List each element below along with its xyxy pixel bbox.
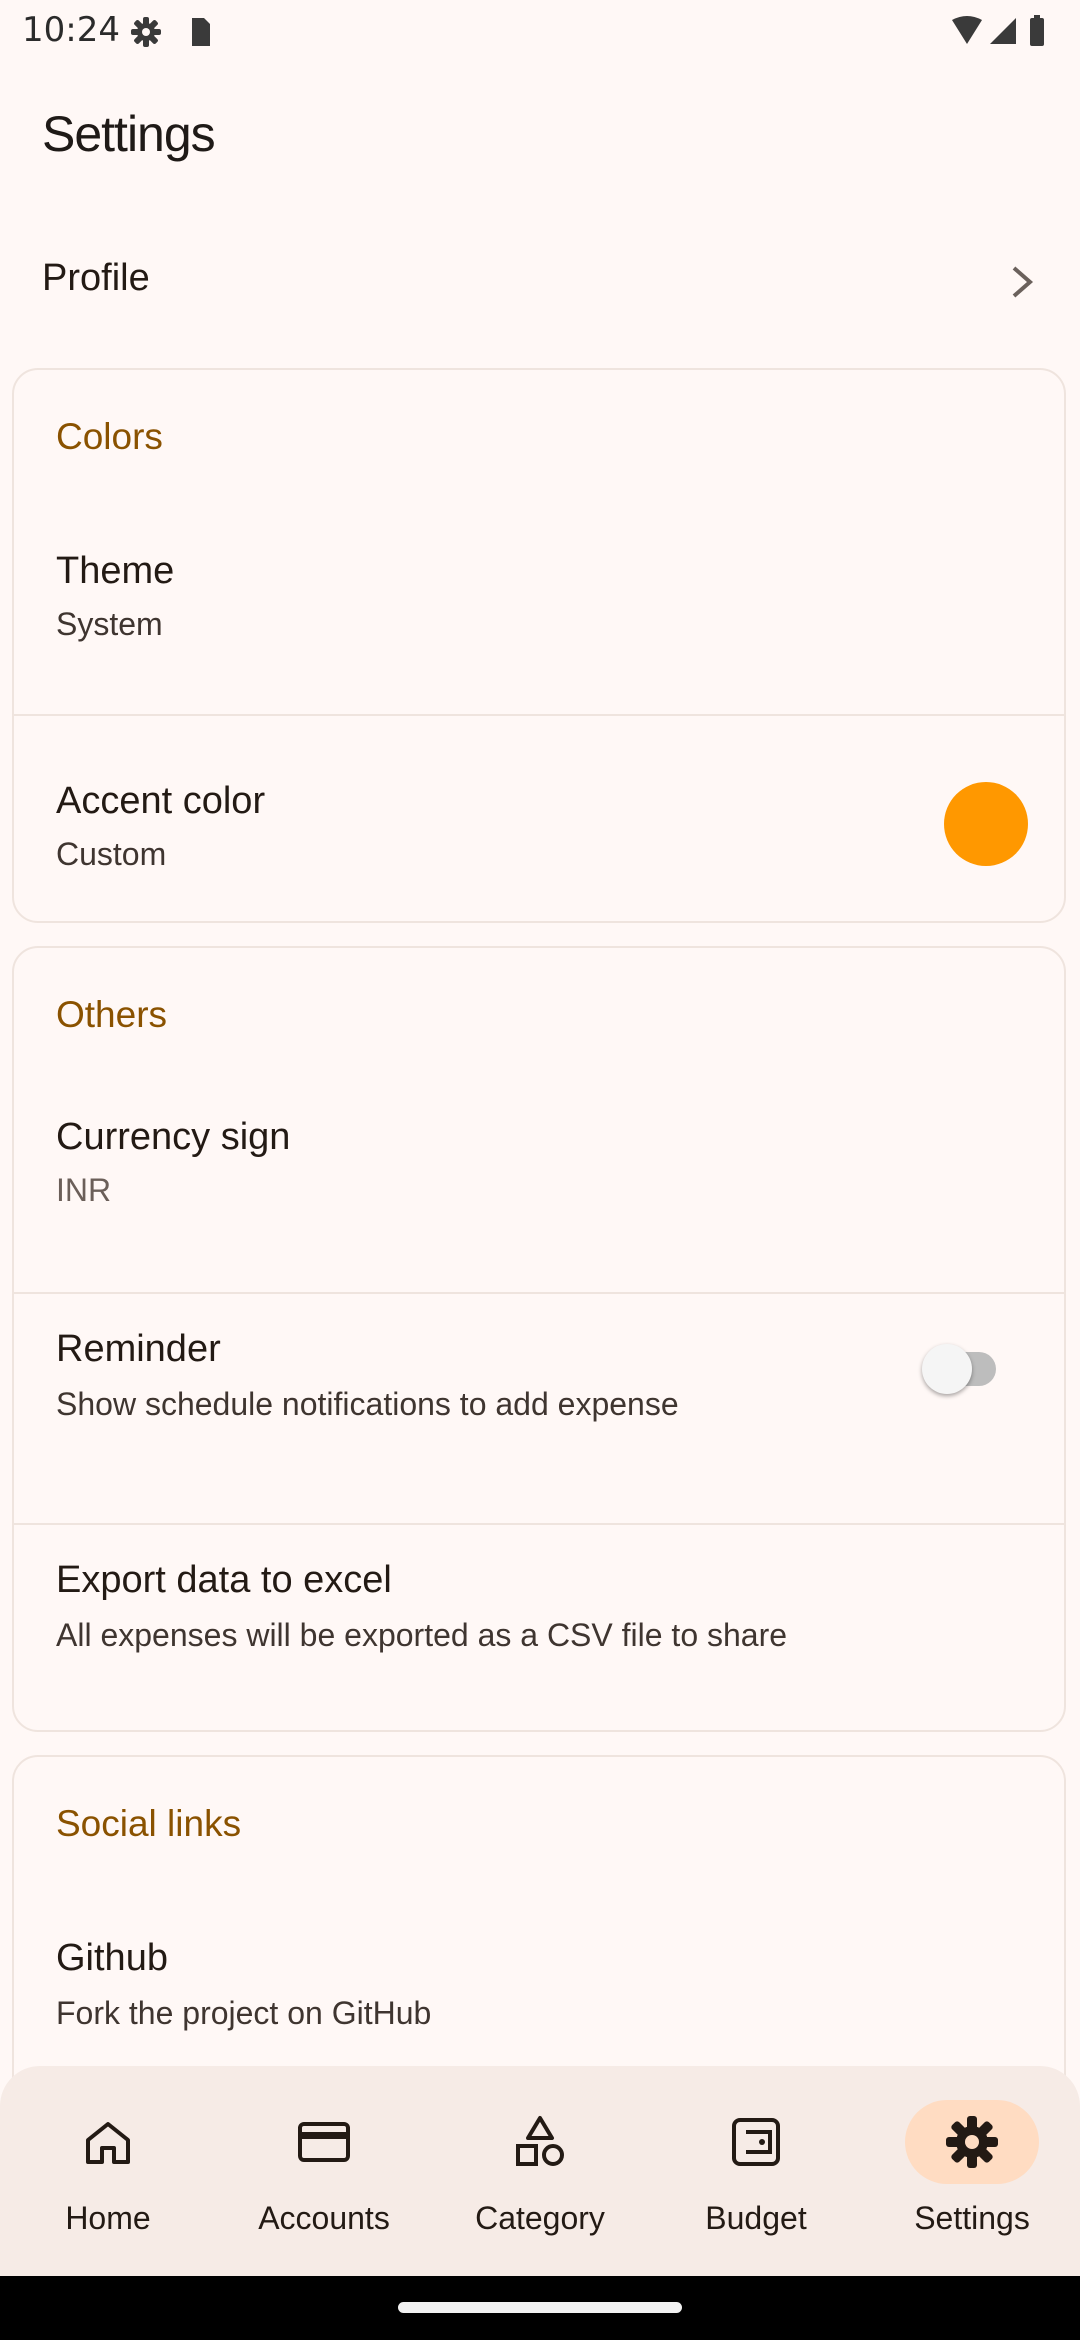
social-links-section-title: Social links [56, 1803, 242, 1844]
nav-settings[interactable]: Settings [864, 2066, 1080, 2276]
theme-value: System [56, 606, 163, 642]
nav-category-label: Category [475, 2200, 605, 2236]
nav-budget[interactable]: Budget [648, 2066, 864, 2276]
export-data-title: Export data to excel [56, 1559, 392, 1601]
status-time: 10:24 [22, 10, 120, 50]
gesture-handle[interactable] [398, 2302, 682, 2313]
reminder-toggle[interactable] [922, 1344, 996, 1394]
accent-color-swatch[interactable] [944, 782, 1028, 866]
profile-row[interactable]: Profile [0, 230, 1080, 335]
reminder-setting[interactable]: Reminder Show schedule notifications to … [14, 1294, 1064, 1524]
reminder-subtitle: Show schedule notifications to add expen… [56, 1386, 679, 1422]
wifi-icon [952, 16, 982, 44]
battery-icon [1030, 18, 1044, 46]
currency-sign-title: Currency sign [56, 1116, 291, 1158]
category-shapes-icon [508, 2110, 572, 2174]
page-title: Settings [42, 106, 216, 162]
theme-setting[interactable]: Theme System [14, 516, 1064, 682]
budget-wallet-icon [724, 2110, 788, 2174]
theme-title: Theme [56, 550, 175, 592]
status-notification-icons [128, 14, 218, 55]
currency-sign-value: INR [56, 1172, 112, 1208]
others-section-title: Others [56, 994, 168, 1035]
nav-settings-label: Settings [914, 2200, 1030, 2236]
status-system-icons [950, 14, 1050, 55]
gear-icon [940, 2110, 1004, 2174]
colors-section-title: Colors [56, 416, 163, 457]
currency-sign-setting[interactable]: Currency sign INR [14, 1094, 1064, 1238]
bottom-navigation: Home Accounts Category Budget Settings [0, 2066, 1080, 2276]
colors-card: Colors Theme System Accent color Custom [12, 368, 1066, 923]
nav-home[interactable]: Home [0, 2066, 216, 2276]
wallet-card-icon [292, 2110, 356, 2174]
toggle-knob [922, 1344, 972, 1394]
status-bar: 10:24 [0, 0, 1080, 64]
accent-color-setting[interactable]: Accent color Custom [14, 716, 1064, 921]
profile-label: Profile [42, 257, 150, 299]
accent-color-title: Accent color [56, 780, 266, 822]
nav-accounts-label: Accounts [258, 2200, 390, 2236]
export-data-subtitle: All expenses will be exported as a CSV f… [56, 1617, 788, 1653]
github-title: Github [56, 1937, 168, 1979]
nav-home-label: Home [65, 2200, 151, 2236]
others-card: Others Currency sign INR Reminder Show s… [12, 946, 1066, 1732]
nav-category[interactable]: Category [432, 2066, 648, 2276]
settings-gear-status-icon [131, 17, 210, 47]
home-icon [76, 2110, 140, 2174]
gesture-navigation-area [0, 2276, 1080, 2340]
export-data-setting[interactable]: Export data to excel All expenses will b… [14, 1525, 1064, 1730]
signal-icon [990, 18, 1016, 44]
chevron-right-icon [1008, 260, 1038, 309]
accent-color-value: Custom [56, 836, 167, 872]
nav-budget-label: Budget [705, 2200, 807, 2236]
github-subtitle: Fork the project on GitHub [56, 1995, 432, 2031]
nav-accounts[interactable]: Accounts [216, 2066, 432, 2276]
reminder-title: Reminder [56, 1328, 221, 1370]
